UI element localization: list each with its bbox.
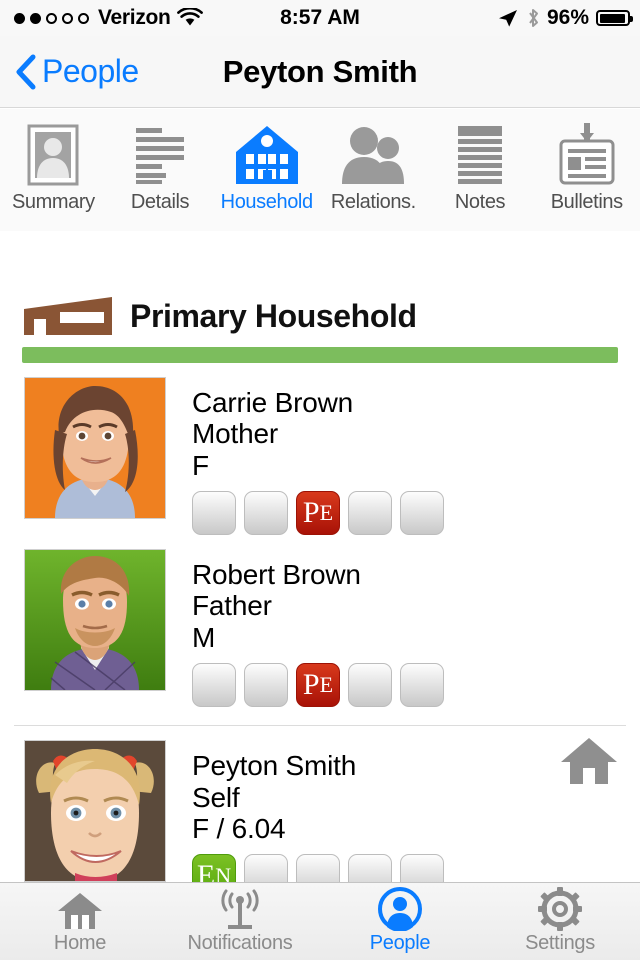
tab-notes-label: Notes xyxy=(454,191,506,213)
bottom-tab-home-label: Home xyxy=(53,931,107,954)
section-title: Primary Household xyxy=(130,297,417,334)
person-meta: F xyxy=(192,449,209,481)
person-name: Peyton Smith xyxy=(192,750,357,782)
home-icon[interactable] xyxy=(560,736,618,791)
status-bar: Verizon 8:57 AM 96% xyxy=(0,0,640,36)
battery-percent-label: 96% xyxy=(546,6,589,29)
bottom-tab-home[interactable]: Home xyxy=(0,889,160,955)
tab-relations[interactable]: Relations. xyxy=(320,109,427,214)
person-circle-icon xyxy=(378,886,422,931)
location-arrow-icon xyxy=(498,10,517,27)
status-badge[interactable] xyxy=(244,491,288,536)
text-lines-icon xyxy=(132,121,188,189)
person-relation: Father xyxy=(192,590,272,622)
house-building-icon xyxy=(234,121,300,189)
person-meta: F / 6.04 xyxy=(192,812,286,844)
status-badge[interactable] xyxy=(296,854,340,882)
avatar xyxy=(24,549,166,692)
two-people-icon xyxy=(340,121,406,189)
page-title: Peyton Smith xyxy=(222,53,418,89)
bottom-tab-bar: Home Notifications People Settings xyxy=(0,882,640,960)
person-info: Carrie Brown Mother F PE xyxy=(192,377,444,536)
bluetooth-icon xyxy=(529,9,538,27)
section-header: Primary Household xyxy=(0,231,640,337)
household-progress-bar xyxy=(22,347,618,363)
person-info: Robert Brown Father M PE xyxy=(192,549,444,708)
bottom-tab-settings-label: Settings xyxy=(525,931,595,954)
barn-house-icon xyxy=(24,297,112,335)
tab-details[interactable]: Details xyxy=(107,109,214,214)
avatar xyxy=(24,740,166,882)
status-badge[interactable] xyxy=(400,491,444,536)
lined-document-icon xyxy=(455,121,505,189)
home-icon xyxy=(57,889,103,931)
bottom-tab-notifications[interactable]: Notifications xyxy=(160,889,320,955)
status-bar-right: 96% xyxy=(497,6,633,30)
tab-details-label: Details xyxy=(130,191,190,213)
battery-icon xyxy=(596,10,633,26)
badge-row: PE xyxy=(192,491,444,536)
tab-summary[interactable]: Summary xyxy=(0,109,107,214)
status-badge[interactable] xyxy=(400,663,444,708)
status-badge-en[interactable]: EN xyxy=(192,854,236,882)
status-badge[interactable] xyxy=(348,663,392,708)
table-row[interactable]: Robert Brown Father M PE xyxy=(0,535,640,708)
status-badge[interactable] xyxy=(348,491,392,536)
bottom-tab-people[interactable]: People xyxy=(320,886,480,955)
status-badge[interactable] xyxy=(192,491,236,536)
tab-household[interactable]: Household xyxy=(213,109,320,214)
table-row[interactable]: Carrie Brown Mother F PE xyxy=(0,363,640,536)
avatar xyxy=(24,377,166,519)
person-relation: Self xyxy=(192,781,240,813)
tab-relations-label: Relations. xyxy=(330,191,416,213)
person-meta: M xyxy=(192,621,216,653)
app-screen: Verizon 8:57 AM 96% People Peyton Smith … xyxy=(0,0,640,960)
status-badge[interactable] xyxy=(348,854,392,882)
badge-row: EN xyxy=(192,854,444,882)
status-badge-pe[interactable]: PE xyxy=(296,663,340,708)
bottom-tab-settings[interactable]: Settings xyxy=(480,886,640,955)
person-name: Carrie Brown xyxy=(192,387,353,418)
segment-tab-bar: Summary Details Household Relations. Not… xyxy=(0,109,640,231)
status-badge[interactable] xyxy=(244,663,288,708)
bottom-tab-notifications-label: Notifications xyxy=(187,931,293,954)
badge-row: PE xyxy=(192,663,444,708)
portrait-photo-icon xyxy=(27,121,79,189)
table-row[interactable]: Peyton Smith Self F / 6.04 EN xyxy=(0,726,640,882)
tab-bulletins-label: Bulletins xyxy=(550,191,623,213)
tab-notes[interactable]: Notes xyxy=(427,109,534,214)
bottom-tab-people-label: People xyxy=(369,931,431,954)
status-badge[interactable] xyxy=(244,854,288,882)
status-badge-pe[interactable]: PE xyxy=(296,491,340,536)
status-badge[interactable] xyxy=(192,663,236,708)
person-info: Peyton Smith Self F / 6.04 EN xyxy=(192,740,444,882)
person-name: Robert Brown xyxy=(192,559,361,591)
broadcast-tower-icon xyxy=(217,889,263,931)
tab-summary-label: Summary xyxy=(11,191,95,213)
household-content: Primary Household Carrie Brown Mother F … xyxy=(0,231,640,882)
status-badge[interactable] xyxy=(400,854,444,882)
person-relation: Mother xyxy=(192,418,278,450)
tab-bulletins[interactable]: Bulletins xyxy=(533,109,640,214)
id-badge-icon xyxy=(556,121,618,189)
gear-icon xyxy=(538,886,582,931)
tab-household-label: Household xyxy=(220,191,313,213)
navigation-bar: People Peyton Smith xyxy=(0,36,640,108)
